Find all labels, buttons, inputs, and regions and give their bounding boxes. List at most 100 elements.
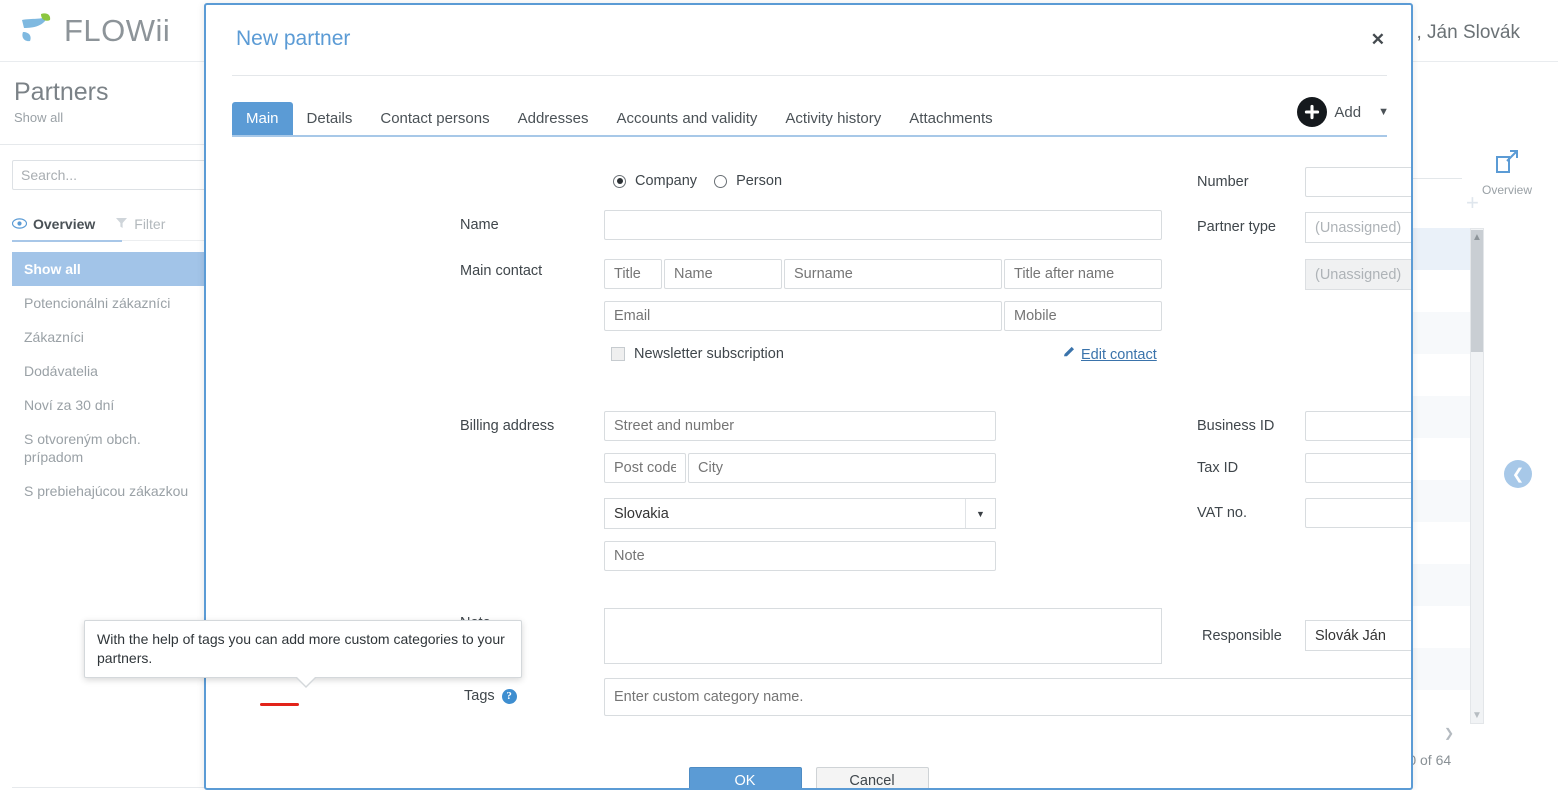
background-add-icon[interactable]: + bbox=[1466, 190, 1479, 216]
billing-country-select[interactable]: Slovakia ▼ bbox=[604, 498, 996, 529]
dialog-tabs: Main Details Contact persons Addresses A… bbox=[232, 102, 1387, 138]
partner-subtype-value: (Unassigned) bbox=[1315, 266, 1402, 283]
partner-kind-radio-group: Company Person bbox=[613, 173, 782, 189]
tab-activity-history[interactable]: Activity history bbox=[771, 102, 895, 135]
tax-id-input[interactable] bbox=[1305, 453, 1411, 483]
tab-addresses[interactable]: Addresses bbox=[504, 102, 603, 135]
contact-name-input[interactable] bbox=[664, 259, 782, 289]
vat-no-input[interactable] bbox=[1305, 498, 1411, 528]
number-input[interactable] bbox=[1305, 167, 1411, 197]
newsletter-label: Newsletter subscription bbox=[634, 346, 784, 362]
name-label: Name bbox=[460, 217, 499, 233]
page-subtitle: Show all bbox=[14, 110, 64, 125]
responsible-value: Slovák Ján bbox=[1315, 627, 1386, 644]
partner-type-value: (Unassigned) bbox=[1315, 219, 1402, 236]
partner-type-select[interactable]: (Unassigned) ▼ bbox=[1305, 212, 1411, 243]
tabs-underline bbox=[232, 135, 1387, 137]
contact-title-input[interactable] bbox=[604, 259, 662, 289]
sidebar-tab-filter[interactable]: Filter bbox=[115, 208, 185, 240]
contact-mobile-input[interactable] bbox=[1004, 301, 1162, 331]
sidebar-filter-list: Show all Potencionálni zákazníci Zákazní… bbox=[12, 252, 208, 508]
sidebar-item-s-otvorenym-obch-pripadom[interactable]: S otvoreným obch. prípadom bbox=[12, 422, 208, 474]
sidebar: Partners Show all Search... Overview Fil… bbox=[0, 62, 208, 790]
radio-person-label: Person bbox=[736, 173, 783, 189]
main-contact-label: Main contact bbox=[460, 263, 543, 279]
background-scrollbar-thumb[interactable] bbox=[1471, 230, 1483, 352]
cancel-button[interactable]: Cancel bbox=[815, 767, 929, 788]
responsible-select[interactable]: Slovák Ján ▼ bbox=[1305, 620, 1411, 651]
sidebar-item-s-prebiehajucou-zakazkou[interactable]: S prebiehajúcou zákazkou bbox=[12, 474, 208, 508]
sidebar-item-show-all[interactable]: Show all bbox=[12, 252, 208, 286]
sidebar-tab-rest-underline bbox=[122, 240, 208, 241]
newsletter-checkbox[interactable] bbox=[611, 347, 625, 361]
tab-contact-persons[interactable]: Contact persons bbox=[366, 102, 503, 135]
radio-person[interactable] bbox=[714, 174, 728, 188]
billing-street-input[interactable] bbox=[604, 411, 996, 441]
billing-address-label: Billing address bbox=[460, 418, 555, 434]
plus-circle-icon bbox=[1297, 97, 1328, 127]
chevron-down-icon[interactable]: ▼ bbox=[1378, 106, 1389, 118]
funnel-icon bbox=[115, 216, 128, 232]
tab-attachments[interactable]: Attachments bbox=[895, 102, 1006, 135]
sidebar-footer-divider bbox=[12, 787, 208, 788]
sidebar-item-zakaznici[interactable]: Zákazníci bbox=[12, 320, 208, 354]
chevron-up-icon[interactable]: ▲ bbox=[1472, 232, 1482, 243]
eye-icon bbox=[11, 216, 28, 232]
tags-tooltip: With the help of tags you can add more c… bbox=[84, 620, 522, 688]
app-logo-text: FLOWii bbox=[64, 13, 171, 48]
billing-postcode-input[interactable] bbox=[604, 453, 686, 483]
add-button[interactable]: Add ▼ bbox=[1297, 97, 1389, 127]
sidebar-item-dodavatelia[interactable]: Dodávatelia bbox=[12, 354, 208, 388]
background-overview-label: Overview bbox=[1481, 183, 1532, 197]
sidebar-tab-filter-label: Filter bbox=[134, 216, 166, 232]
tax-id-label: Tax ID bbox=[1197, 460, 1239, 476]
business-id-input[interactable] bbox=[1305, 411, 1411, 441]
tab-accounts-and-validity[interactable]: Accounts and validity bbox=[602, 102, 771, 135]
dialog-header-divider bbox=[232, 75, 1387, 76]
vat-no-label: VAT no. bbox=[1197, 505, 1247, 521]
billing-city-input[interactable] bbox=[688, 453, 996, 483]
close-icon[interactable]: ✕ bbox=[1371, 31, 1385, 48]
next-page-icon[interactable]: ❯ bbox=[1444, 726, 1454, 740]
edit-contact-link[interactable]: Edit contact bbox=[1062, 345, 1157, 364]
sidebar-tab-active-underline bbox=[12, 240, 122, 242]
contact-surname-input[interactable] bbox=[784, 259, 1002, 289]
ok-button[interactable]: OK bbox=[688, 767, 802, 788]
radio-company[interactable] bbox=[613, 174, 626, 188]
note-textarea[interactable] bbox=[604, 608, 1162, 664]
sidebar-item-potencionalni[interactable]: Potencionálni zákazníci bbox=[12, 286, 208, 320]
partner-subtype-select[interactable]: (Unassigned) ▼ bbox=[1305, 259, 1411, 290]
user-name[interactable]: , Ján Slovák bbox=[1417, 22, 1521, 44]
sidebar-item-novi-za-30-dni[interactable]: Noví za 30 dní bbox=[12, 388, 208, 422]
sidebar-tab-overview[interactable]: Overview bbox=[11, 208, 115, 240]
tags-input[interactable] bbox=[604, 678, 1411, 716]
tab-details[interactable]: Details bbox=[293, 102, 367, 135]
add-button-label: Add bbox=[1334, 103, 1362, 121]
billing-country-value: Slovakia bbox=[614, 505, 669, 522]
number-label: Number bbox=[1197, 174, 1249, 190]
partner-type-label: Partner type bbox=[1197, 219, 1276, 235]
sidebar-tabs: Overview Filter bbox=[11, 208, 208, 240]
responsible-label: Responsible bbox=[1202, 628, 1282, 644]
contact-email-input[interactable] bbox=[604, 301, 1002, 331]
name-input[interactable] bbox=[604, 210, 1162, 240]
background-overview-button[interactable]: Overview bbox=[1472, 148, 1542, 197]
page-title: Partners bbox=[14, 78, 109, 106]
billing-note-input[interactable] bbox=[604, 541, 996, 571]
screen-root: FLOWii , Ján Slovák Partners Show all Se… bbox=[0, 0, 1558, 790]
help-icon[interactable]: ? bbox=[501, 688, 517, 704]
chevron-down-icon[interactable]: ▼ bbox=[1472, 710, 1482, 721]
sidebar-tab-overview-label: Overview bbox=[33, 216, 96, 232]
contact-title-after-input[interactable] bbox=[1004, 259, 1162, 289]
tags-highlight-underline bbox=[260, 703, 299, 706]
external-link-icon bbox=[1493, 150, 1521, 180]
radio-company-label: Company bbox=[635, 173, 698, 189]
flowii-logo-icon bbox=[14, 10, 56, 52]
sidebar-divider bbox=[0, 144, 208, 145]
app-logo[interactable]: FLOWii bbox=[14, 10, 170, 52]
tab-main[interactable]: Main bbox=[232, 102, 293, 135]
collapse-panel-button[interactable]: ❮ bbox=[1504, 460, 1532, 488]
chevron-down-icon[interactable]: ▼ bbox=[965, 499, 995, 528]
pencil-icon bbox=[1062, 345, 1076, 364]
search-input[interactable]: Search... bbox=[12, 160, 208, 190]
